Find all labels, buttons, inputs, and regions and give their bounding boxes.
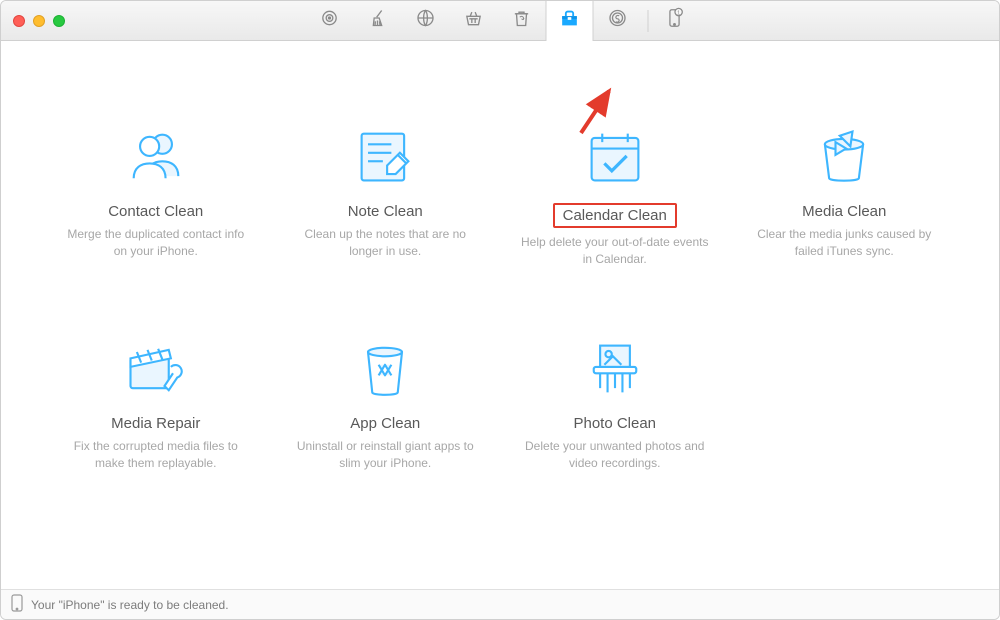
tile-desc: Fix the corrupted media files to make th… [61,438,251,473]
tab-coin[interactable] [594,1,642,40]
globe-icon [416,8,436,33]
tile-desc: Help delete your out-of-date events in C… [520,234,710,269]
status-text: Your "iPhone" is ready to be cleaned. [31,598,229,612]
content-area: Contact Clean Merge the duplicated conta… [1,41,999,589]
phone-small-icon [11,594,23,615]
tile-title: Note Clean [348,203,423,220]
toolbar-tabs [306,1,642,40]
tools-grid: Contact Clean Merge the duplicated conta… [1,41,999,513]
recycle-icon [512,8,532,33]
photo-shred-icon [579,333,651,405]
tile-photo-clean[interactable]: Photo Clean Delete your unwanted photos … [508,333,722,473]
tile-app-clean[interactable]: App Clean Uninstall or reinstall giant a… [279,333,493,473]
tab-target[interactable] [306,1,354,40]
tile-desc: Clear the media junks caused by failed i… [749,226,939,261]
tile-media-repair[interactable]: Media Repair Fix the corrupted media fil… [49,333,263,473]
tile-title: Media Repair [111,415,200,432]
tab-globe[interactable] [402,1,450,40]
svg-text:1: 1 [677,10,680,16]
minimize-window-button[interactable] [33,15,45,27]
tile-calendar-clean[interactable]: Calendar Clean Help delete your out-of-d… [508,121,722,269]
target-icon [320,8,340,33]
tile-title: Contact Clean [108,203,203,220]
statusbar: Your "iPhone" is ready to be cleaned. [1,589,999,619]
toolbar: 1 [306,1,695,40]
zoom-window-button[interactable] [53,15,65,27]
tile-desc: Delete your unwanted photos and video re… [520,438,710,473]
toolbox-icon [559,7,581,34]
tile-media-clean[interactable]: Media Clean Clear the media junks caused… [738,121,952,269]
contacts-icon [120,121,192,193]
tab-recycle[interactable] [498,1,546,40]
tile-contact-clean[interactable]: Contact Clean Merge the duplicated conta… [49,121,263,269]
calendar-check-icon [579,121,651,193]
tile-desc: Clean up the notes that are no longer in… [290,226,480,261]
tab-sweeper[interactable] [354,1,402,40]
tile-title: App Clean [350,415,420,432]
tile-desc: Uninstall or reinstall giant apps to sli… [290,438,480,473]
tile-note-clean[interactable]: Note Clean Clean up the notes that are n… [279,121,493,269]
basket-icon [464,8,484,33]
sweep-icon [368,8,388,33]
toolbar-divider [648,10,649,32]
window-controls [1,15,65,27]
tile-title: Photo Clean [573,415,656,432]
tile-title: Media Clean [802,203,886,220]
coin-icon [608,8,628,33]
clapper-wrench-icon [120,333,192,405]
app-window: 1 [0,0,1000,620]
tab-toolbox[interactable] [546,1,594,40]
device-button[interactable]: 1 [655,7,695,34]
app-trash-icon [349,333,421,405]
phone-device-icon: 1 [664,7,686,34]
titlebar: 1 [1,1,999,41]
tile-title-highlighted: Calendar Clean [553,203,677,228]
note-eraser-icon [349,121,421,193]
tab-basket[interactable] [450,1,498,40]
tile-desc: Merge the duplicated contact info on you… [61,226,251,261]
close-window-button[interactable] [13,15,25,27]
media-bucket-icon [808,121,880,193]
